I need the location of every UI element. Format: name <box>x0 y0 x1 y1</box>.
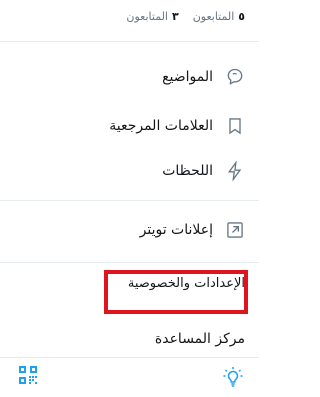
bottom-bar <box>0 357 259 397</box>
chat-bubble-icon <box>225 67 245 87</box>
menu-item-label: مركز المساعدة <box>154 331 245 347</box>
menu-item-label: العلامات المرجعية <box>109 118 213 134</box>
qr-code-icon[interactable] <box>18 365 38 385</box>
highlight-box <box>104 270 248 314</box>
followers-label: المتابعون <box>192 10 235 23</box>
bookmark-icon <box>225 116 245 136</box>
menu-item-twitter-ads[interactable]: إعلانات تويتر <box>14 218 245 242</box>
divider <box>0 200 259 201</box>
lightbulb-icon[interactable] <box>221 365 245 389</box>
menu-item-label: إعلانات تويتر <box>139 222 213 238</box>
divider <box>0 262 259 263</box>
menu-item-topics[interactable]: المواضيع <box>14 65 245 89</box>
menu-item-label: اللحظات <box>162 163 213 179</box>
side-menu: ٥المتابعون ٣المتابعون المواضيع العلامات … <box>0 0 259 397</box>
followers-stat[interactable]: ٥المتابعون <box>193 10 245 23</box>
lightning-icon <box>225 161 245 181</box>
menu-item-bookmarks[interactable]: العلامات المرجعية <box>14 114 245 138</box>
following-label: المتابعون <box>126 10 168 23</box>
following-count: ٣ <box>171 10 179 23</box>
divider <box>0 41 259 42</box>
follow-stats: ٥المتابعون ٣المتابعون <box>126 10 245 23</box>
menu-item-label: المواضيع <box>162 69 213 85</box>
menu-item-help-center[interactable]: مركز المساعدة <box>155 331 245 347</box>
following-stat[interactable]: ٣المتابعون <box>126 10 178 23</box>
menu-item-moments[interactable]: اللحظات <box>14 159 245 183</box>
external-arrow-icon <box>225 220 245 240</box>
followers-count: ٥ <box>238 10 245 23</box>
